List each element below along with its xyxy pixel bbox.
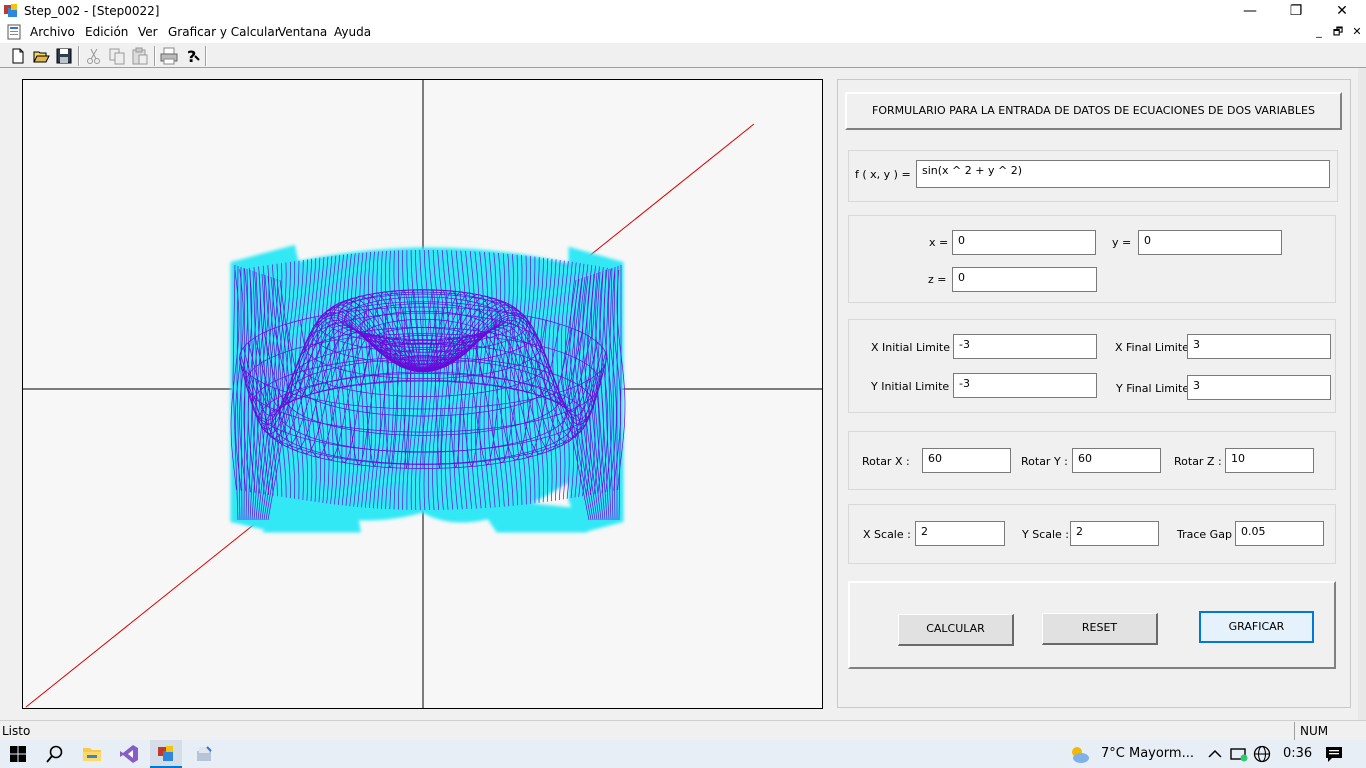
document-icon[interactable] xyxy=(6,24,22,40)
y-scale-label: Y Scale : xyxy=(1022,528,1070,541)
vertical-scrollbar[interactable] xyxy=(1358,68,1366,720)
menu-ventana[interactable]: Ventana xyxy=(278,25,327,39)
mdi-minimize-button[interactable]: _ xyxy=(1310,24,1328,40)
rot-x-input[interactable]: 60 xyxy=(922,448,1011,473)
x-final-input[interactable]: 3 xyxy=(1187,334,1331,359)
z-label: z = xyxy=(928,273,947,286)
chevron-up-icon[interactable] xyxy=(1204,743,1226,765)
app-icon xyxy=(4,4,17,17)
help-icon[interactable]: ? xyxy=(182,46,202,66)
x-input[interactable]: 0 xyxy=(952,230,1096,255)
trace-gap-input[interactable]: 0.05 xyxy=(1235,521,1324,546)
y-input[interactable]: 0 xyxy=(1138,230,1282,255)
menu-ayuda[interactable]: Ayuda xyxy=(334,25,371,39)
save-icon[interactable] xyxy=(54,46,74,66)
function-label: f ( x, y ) = xyxy=(855,168,911,181)
graph-canvas[interactable] xyxy=(22,79,823,709)
form-header: FORMULARIO PARA LA ENTRADA DE DATOS DE E… xyxy=(845,92,1342,130)
copy-icon[interactable] xyxy=(107,46,127,66)
close-button[interactable]: ✕ xyxy=(1319,0,1365,22)
num-lock-indicator: NUM xyxy=(1294,722,1364,740)
calcular-button[interactable]: CALCULAR xyxy=(898,614,1014,646)
y-initial-input[interactable]: -3 xyxy=(953,373,1097,398)
toolbar-separator xyxy=(205,46,207,66)
setup-app-icon[interactable] xyxy=(193,743,215,765)
rot-y-input[interactable]: 60 xyxy=(1072,448,1161,473)
notifications-icon[interactable] xyxy=(1323,743,1345,765)
x-initial-label: X Initial Limite : xyxy=(871,341,958,354)
toolbar-separator xyxy=(78,46,80,66)
status-text: Listo xyxy=(2,724,31,738)
minimize-button[interactable]: — xyxy=(1227,0,1273,22)
y-final-input[interactable]: 3 xyxy=(1187,375,1331,400)
cut-icon[interactable] xyxy=(84,46,104,66)
x-scale-input[interactable]: 2 xyxy=(915,521,1005,546)
new-icon[interactable] xyxy=(8,46,28,66)
mdi-restore-button[interactable]: 🗗 xyxy=(1329,24,1347,40)
reset-button[interactable]: RESET xyxy=(1042,613,1158,645)
title-bar: Step_002 - [Step0022] — ❐ ✕ xyxy=(0,0,1366,22)
graficar-button[interactable]: GRAFICAR xyxy=(1199,611,1314,643)
weather-icon[interactable] xyxy=(1068,743,1090,765)
menu-edicion[interactable]: Edición xyxy=(85,25,128,39)
y-final-label: Y Final Limite : xyxy=(1116,382,1197,395)
y-scale-input[interactable]: 2 xyxy=(1070,521,1159,546)
network-icon[interactable] xyxy=(1228,743,1250,765)
open-icon[interactable] xyxy=(31,46,51,66)
language-globe-icon[interactable] xyxy=(1251,743,1273,765)
clock[interactable]: 0:36 xyxy=(1283,746,1312,761)
toolbar: ? xyxy=(0,42,1366,68)
print-icon[interactable] xyxy=(159,46,179,66)
x-label: x = xyxy=(929,236,949,249)
rot-z-input[interactable]: 10 xyxy=(1225,448,1314,473)
menu-bar: Archivo Edición Ver Graficar y Calcular … xyxy=(0,22,1366,42)
mdi-close-button[interactable]: ✕ xyxy=(1348,24,1366,40)
menu-ver[interactable]: Ver xyxy=(138,25,158,39)
windows-start-icon[interactable] xyxy=(7,743,29,765)
trace-gap-label: Trace Gap xyxy=(1177,528,1232,541)
x-initial-input[interactable]: -3 xyxy=(953,334,1097,359)
visual-studio-icon[interactable] xyxy=(118,743,140,765)
graph-svg xyxy=(23,80,822,708)
rot-x-label: Rotar X : xyxy=(862,455,910,468)
step-app-icon[interactable] xyxy=(155,743,177,765)
function-input[interactable]: sin(x ^ 2 + y ^ 2) xyxy=(916,160,1330,188)
z-input[interactable]: 0 xyxy=(952,267,1097,292)
search-icon[interactable] xyxy=(44,743,66,765)
y-initial-label: Y Initial Limite : xyxy=(871,380,957,393)
taskbar: 7°C Mayorm... 0:36 xyxy=(0,740,1366,768)
menu-archivo[interactable]: Archivo xyxy=(30,25,75,39)
paste-icon[interactable] xyxy=(130,46,150,66)
rot-y-label: Rotar Y : xyxy=(1021,455,1068,468)
x-final-label: X Final Limite : xyxy=(1115,341,1197,354)
window-title: Step_002 - [Step0022] xyxy=(24,4,160,18)
x-scale-label: X Scale : xyxy=(863,528,911,541)
rot-z-label: Rotar Z : xyxy=(1174,455,1222,468)
maximize-button[interactable]: ❐ xyxy=(1273,0,1319,22)
weather-text[interactable]: 7°C Mayorm... xyxy=(1101,746,1194,761)
toolbar-separator xyxy=(154,46,156,66)
y-label: y = xyxy=(1112,236,1132,249)
menu-graficar-calcular[interactable]: Graficar y Calcular xyxy=(168,25,280,39)
file-explorer-icon[interactable] xyxy=(81,743,103,765)
status-bar: Listo NUM xyxy=(0,720,1366,740)
